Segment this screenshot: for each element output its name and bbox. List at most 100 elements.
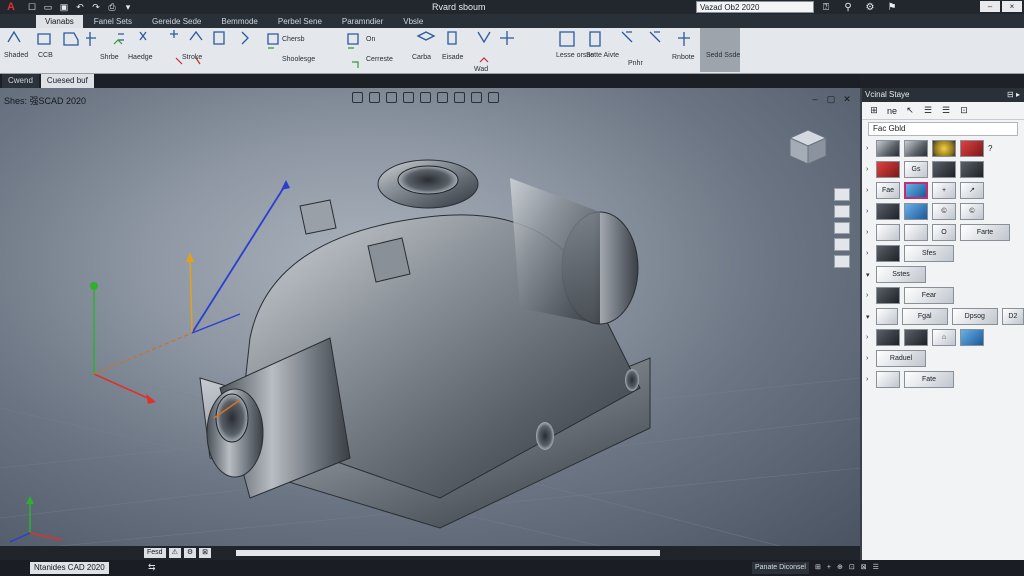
ribbon-label-cerreste[interactable]: Cerreste bbox=[366, 56, 393, 63]
expand-arrow-icon[interactable]: › bbox=[866, 355, 872, 362]
style-swatch[interactable]: Farte bbox=[960, 224, 1010, 241]
style-swatch[interactable]: Fgal bbox=[901, 308, 948, 325]
expand-arrow-icon[interactable]: › bbox=[866, 166, 872, 173]
status-app-label[interactable]: Ntanides CAD 2020 bbox=[30, 562, 109, 574]
style-swatch[interactable] bbox=[904, 224, 928, 241]
nav-wheel-icon[interactable] bbox=[834, 188, 850, 201]
style-swatch[interactable] bbox=[932, 140, 956, 157]
palette-tool-5[interactable]: ⊡ bbox=[958, 105, 970, 116]
undo-icon[interactable]: ↶ bbox=[74, 2, 86, 12]
style-swatch[interactable] bbox=[876, 287, 900, 304]
style-swatch[interactable] bbox=[876, 224, 900, 241]
style-swatch[interactable] bbox=[876, 161, 900, 178]
expand-arrow-icon[interactable]: › bbox=[866, 187, 872, 194]
style-swatch[interactable]: Fate bbox=[904, 371, 954, 388]
style-swatch[interactable]: ↗ bbox=[960, 182, 984, 199]
style-swatch[interactable] bbox=[904, 203, 928, 220]
nav-pan-icon[interactable] bbox=[834, 204, 850, 218]
ribbon-label-sstte-aivte[interactable]: Sstte Aivte bbox=[586, 52, 619, 59]
nav-orbit-icon[interactable] bbox=[834, 238, 850, 252]
ribbon-label-shoolesge[interactable]: Shoolesge bbox=[282, 56, 315, 63]
expand-arrow-icon[interactable]: › bbox=[866, 376, 872, 383]
palette-menu-icon[interactable]: ⊟ ▸ bbox=[1007, 88, 1020, 102]
ribbon-label-pnhr[interactable]: Pnhr bbox=[628, 60, 643, 67]
help-icon[interactable]: ⍰ bbox=[820, 2, 832, 13]
style-swatch[interactable]: Sfes bbox=[904, 245, 954, 262]
nav-zoom-icon[interactable] bbox=[834, 221, 850, 235]
style-swatch[interactable] bbox=[904, 182, 928, 199]
style-swatch[interactable]: Dpsog bbox=[951, 308, 998, 325]
style-swatch[interactable]: Raduel bbox=[876, 350, 926, 367]
horizontal-scrollbar[interactable] bbox=[236, 550, 660, 556]
layout-tab-0[interactable]: Fesd bbox=[144, 548, 166, 558]
layout-tab-1[interactable]: ⚠ bbox=[168, 548, 181, 558]
expand-arrow-icon[interactable]: › bbox=[866, 250, 872, 257]
cart-icon[interactable]: ⚙ bbox=[864, 2, 876, 13]
palette-tool-4[interactable]: ☰ bbox=[940, 105, 952, 116]
expand-arrow-icon[interactable]: ▾ bbox=[866, 313, 872, 321]
ribbon-label-rnbote[interactable]: Rnbote bbox=[672, 54, 695, 61]
status-item-0[interactable]: Panate Diconsel bbox=[752, 562, 809, 574]
status-item-2[interactable]: + bbox=[827, 562, 831, 574]
ribbon-label-stroke[interactable]: Stroke bbox=[182, 54, 202, 61]
ribbon-label-ccb[interactable]: CCB bbox=[38, 52, 53, 59]
3d-viewport[interactable]: Shes: 强SCAD 2020 – ▢ ✕ bbox=[0, 88, 860, 546]
status-item-4[interactable]: ⊡ bbox=[849, 562, 855, 574]
style-swatch[interactable] bbox=[932, 161, 956, 178]
scale-views-button[interactable] bbox=[700, 28, 740, 72]
style-swatch[interactable] bbox=[876, 203, 900, 220]
palette-tool-0[interactable]: ⊞ bbox=[868, 105, 880, 116]
ribbon-tab-5[interactable]: Paramndier bbox=[333, 15, 392, 28]
style-swatch[interactable] bbox=[876, 245, 900, 262]
ribbon-tab-1[interactable]: Fanel Sets bbox=[85, 15, 141, 28]
style-swatch[interactable] bbox=[876, 329, 900, 346]
nav-showmotion-icon[interactable] bbox=[834, 255, 850, 268]
settings-gear-icon[interactable]: ⇆ bbox=[148, 562, 156, 573]
style-swatch[interactable] bbox=[904, 329, 928, 346]
ribbon-label-eisade[interactable]: Eisade bbox=[442, 54, 463, 61]
ribbon-tab-3[interactable]: Bemmode bbox=[212, 15, 266, 28]
expand-arrow-icon[interactable]: › bbox=[866, 208, 872, 215]
palette-tool-3[interactable]: ☰ bbox=[922, 105, 934, 116]
style-swatch[interactable]: D2 bbox=[1001, 308, 1024, 325]
ribbon-label-shrbe[interactable]: Shrbe bbox=[100, 54, 119, 61]
status-item-5[interactable]: ⊠ bbox=[861, 562, 867, 574]
style-swatch[interactable] bbox=[960, 329, 984, 346]
expand-arrow-icon[interactable]: › bbox=[866, 334, 872, 341]
ribbon-tab-0[interactable]: Vianabs bbox=[36, 15, 83, 28]
style-swatch[interactable]: Sstes bbox=[876, 266, 926, 283]
status-item-1[interactable]: ⊞ bbox=[815, 562, 821, 574]
palette-style-field[interactable]: Fac Gbld bbox=[868, 122, 1018, 136]
style-swatch[interactable]: © bbox=[932, 203, 956, 220]
style-swatch[interactable]: Fear bbox=[904, 287, 954, 304]
open-file-icon[interactable]: ▭ bbox=[42, 2, 54, 12]
dropdown-icon[interactable]: ▾ bbox=[122, 2, 134, 12]
expand-arrow-icon[interactable]: ▾ bbox=[866, 271, 872, 279]
style-swatch[interactable] bbox=[904, 140, 928, 157]
style-swatch[interactable] bbox=[876, 371, 900, 388]
style-swatch[interactable]: + bbox=[932, 182, 956, 199]
new-file-icon[interactable]: ☐ bbox=[26, 2, 38, 12]
style-swatch[interactable]: O bbox=[932, 224, 956, 241]
style-swatch[interactable]: © bbox=[960, 203, 984, 220]
palette-tool-2[interactable]: ↖ bbox=[904, 105, 916, 116]
expand-arrow-icon[interactable]: › bbox=[866, 145, 872, 152]
style-swatch[interactable]: Gs bbox=[904, 161, 928, 178]
exchange-icon[interactable]: ⚑ bbox=[886, 2, 898, 13]
minimize-button[interactable]: – bbox=[980, 1, 1000, 12]
style-swatch[interactable] bbox=[960, 140, 984, 157]
search-input[interactable]: Vazad Ob2 2020 bbox=[696, 1, 814, 13]
ribbon-label-carba[interactable]: Carba bbox=[412, 54, 431, 61]
ribbon-label-chersb[interactable]: Chersb bbox=[282, 36, 305, 43]
close-button[interactable]: × bbox=[1002, 1, 1022, 12]
doc-tab-1[interactable]: Cuesed buf bbox=[40, 74, 94, 88]
ribbon-tab-6[interactable]: Vbsle bbox=[394, 15, 432, 28]
palette-tool-1[interactable]: ne bbox=[886, 106, 898, 116]
style-swatch[interactable]: ⌂ bbox=[932, 329, 956, 346]
viewcube[interactable] bbox=[784, 126, 832, 168]
expand-arrow-icon[interactable]: › bbox=[866, 229, 872, 236]
ribbon-tab-2[interactable]: Gereide Sede bbox=[143, 15, 210, 28]
ribbon-label-sedd-ssde[interactable]: Sedd Ssde bbox=[706, 52, 740, 59]
ribbon-label-shaded[interactable]: Shaded bbox=[4, 52, 28, 59]
style-swatch[interactable] bbox=[875, 308, 898, 325]
